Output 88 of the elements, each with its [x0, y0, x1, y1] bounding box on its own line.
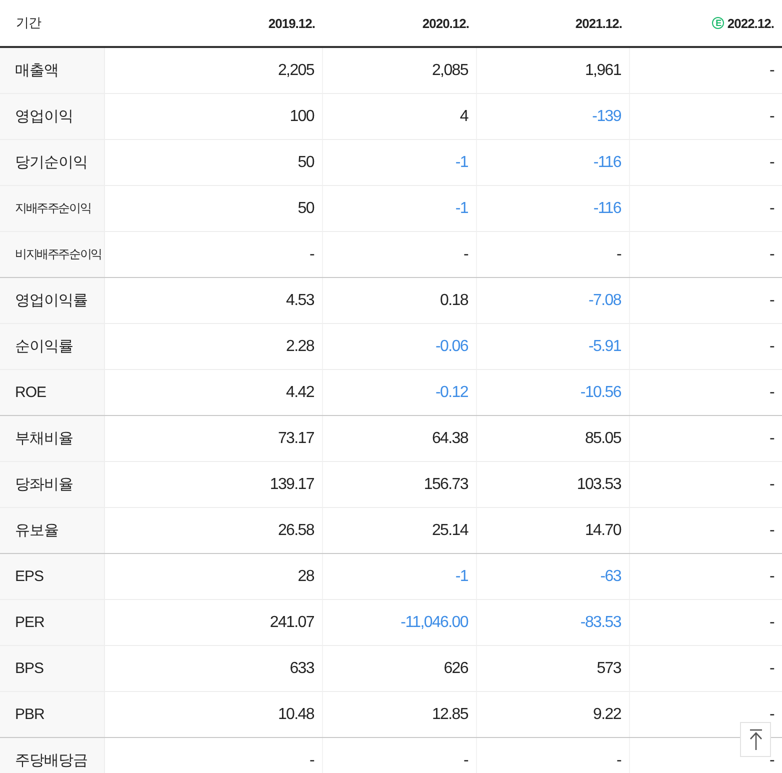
table-cell: - — [769, 752, 774, 770]
table-cell: 100 — [290, 108, 314, 126]
table-cell: 10.48 — [278, 706, 314, 724]
table-cell: 573 — [596, 660, 621, 678]
table-cell: 2,205 — [278, 62, 314, 80]
row-label: 영업이익률 — [0, 278, 105, 323]
row-label: 영업이익 — [0, 94, 105, 139]
table-cell: - — [769, 522, 774, 540]
table-cell: -63 — [600, 568, 621, 586]
row-label: 유보율 — [0, 508, 105, 553]
row-label: ROE — [0, 370, 105, 415]
table-cell: - — [309, 246, 314, 264]
table-cell: 156.73 — [424, 476, 468, 494]
table-cell: -7.08 — [588, 292, 621, 310]
table-cell: 28 — [298, 568, 314, 586]
table-cell: 26.58 — [278, 522, 314, 540]
table-cell: -5.91 — [588, 338, 621, 356]
scroll-top-button[interactable] — [740, 722, 771, 757]
estimate-badge: E — [712, 17, 724, 29]
table-cell: -0.06 — [436, 338, 468, 356]
column-header: 기간 — [16, 14, 41, 32]
arrow-up-icon — [748, 728, 762, 750]
table-cell: - — [769, 200, 774, 218]
table-cell: - — [769, 292, 774, 310]
row-label: 지배주주순이익 — [0, 186, 105, 231]
row-label: BPS — [0, 646, 105, 691]
table-cell: - — [769, 706, 774, 724]
table-cell: -116 — [593, 200, 621, 218]
table-cell: 25.14 — [432, 522, 468, 540]
table-cell: 50 — [298, 154, 314, 172]
table-cell: -116 — [593, 154, 621, 172]
table-cell: 12.85 — [432, 706, 468, 724]
table-cell: -139 — [592, 108, 621, 126]
table-cell: 85.05 — [584, 430, 621, 448]
column-header: 2020.12. — [422, 16, 469, 30]
table-cell: - — [463, 752, 468, 770]
table-cell: 2.28 — [286, 338, 314, 356]
column-header: 2019.12. — [268, 16, 315, 30]
row-label: 당기순이익 — [0, 140, 105, 185]
table-cell: -10.56 — [580, 384, 621, 402]
table-cell: - — [463, 246, 468, 264]
table-cell: - — [769, 108, 774, 126]
table-cell: 103.53 — [576, 476, 621, 494]
table-cell: -1 — [455, 200, 468, 218]
table-cell: - — [769, 614, 774, 632]
table-cell: 64.38 — [432, 430, 468, 448]
row-label: 순이익률 — [0, 324, 105, 369]
table-cell: -11,046.00 — [400, 614, 468, 632]
row-label: 매출액 — [0, 48, 105, 93]
table-cell: 9.22 — [593, 706, 621, 724]
column-header: 2022.12. — [727, 16, 774, 30]
table-cell: - — [769, 154, 774, 172]
row-label: PER — [0, 600, 105, 645]
table-cell: 14.70 — [584, 522, 621, 540]
row-label: 주당배당금 — [0, 738, 105, 773]
table-cell: 633 — [290, 660, 314, 678]
table-cell: - — [616, 246, 621, 264]
table-cell: - — [769, 476, 774, 494]
table-cell: - — [769, 384, 774, 402]
table-cell: 139.17 — [270, 476, 314, 494]
row-label: EPS — [0, 554, 105, 599]
column-header: 2021.12. — [575, 16, 622, 30]
table-cell: - — [769, 338, 774, 356]
table-cell: 73.17 — [278, 430, 314, 448]
table-cell: -83.53 — [580, 614, 621, 632]
table-cell: - — [769, 62, 774, 80]
table-cell: 2,085 — [432, 62, 468, 80]
row-label: 부채비율 — [0, 416, 105, 461]
table-cell: -0.12 — [436, 384, 468, 402]
table-cell: 1,961 — [584, 62, 621, 80]
table-cell: 50 — [298, 200, 314, 218]
table-cell: - — [769, 660, 774, 678]
table-cell: 4.42 — [286, 384, 314, 402]
table-cell: -1 — [455, 154, 468, 172]
table-cell: - — [769, 246, 774, 264]
table-cell: 0.18 — [440, 292, 468, 310]
table-cell: 626 — [444, 660, 468, 678]
table-cell: - — [309, 752, 314, 770]
table-cell: - — [616, 752, 621, 770]
table-cell: - — [769, 430, 774, 448]
table-cell: 241.07 — [270, 614, 314, 632]
table-cell: - — [769, 568, 774, 586]
table-cell: 4.53 — [286, 292, 314, 310]
row-label: PBR — [0, 692, 105, 737]
row-label: 비지배주주순이익 — [0, 232, 105, 277]
table-cell: 4 — [460, 108, 468, 126]
table-cell: -1 — [455, 568, 468, 586]
row-label: 당좌비율 — [0, 462, 105, 507]
